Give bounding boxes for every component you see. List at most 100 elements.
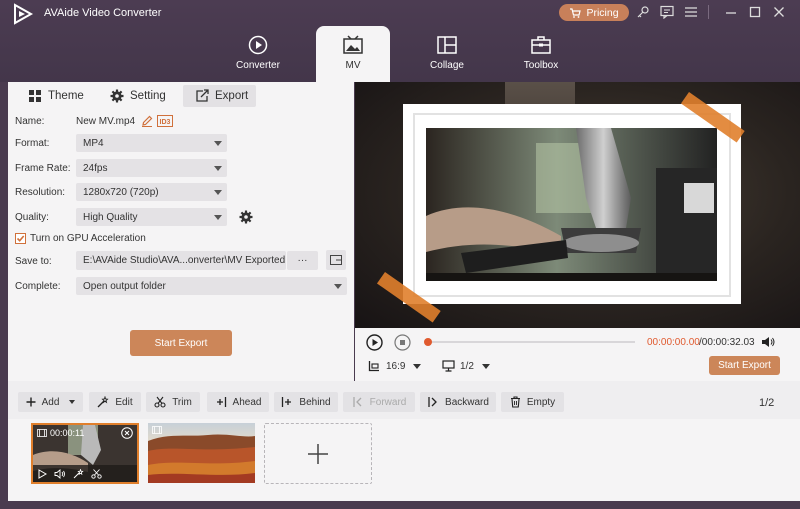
time-total: /00:00:32.03 [699,337,755,348]
clip-effect-icon[interactable] [73,469,84,479]
backward-label: Backward [445,396,489,408]
app-logo-icon [12,3,34,25]
theme-icon [28,89,42,103]
stop-button[interactable] [394,334,411,351]
folder-icon [330,255,342,265]
clip-1-duration: 00:00:11 [37,428,84,438]
backward-button[interactable]: Backward [420,392,496,412]
saveto-value: E:\AVAide Studio\AVA...onverter\MV Expor… [83,255,286,266]
aspect-ratio-value: 16:9 [386,361,406,372]
forward-button[interactable]: Forward [343,392,415,412]
clip-thumbnail-2[interactable] [148,423,255,483]
saveto-path-field[interactable]: E:\AVAide Studio\AVA...onverter\MV Expor… [76,251,286,270]
film-icon [152,426,162,434]
clip-audio-icon[interactable] [54,469,66,479]
toolbox-icon [530,34,552,56]
menu-icon[interactable] [683,5,699,19]
quality-select[interactable]: High Quality [76,208,227,226]
screen-select[interactable]: 1/2 [460,361,490,372]
resolution-select[interactable]: 1280x720 (720p) [76,183,227,201]
page-total: /2 [765,397,775,409]
feedback-icon[interactable] [659,5,675,19]
subtab-setting[interactable]: Setting [110,85,166,107]
chevron-down-icon [69,400,76,404]
minimize-icon[interactable] [723,5,739,19]
plus-icon [26,397,36,407]
format-label: Format: [15,138,50,149]
trim-label: Trim [172,396,192,408]
tab-toolbox[interactable]: Toolbox [504,26,578,82]
chevron-down-icon [214,166,222,171]
monitor-icon [442,360,455,372]
empty-button[interactable]: Empty [501,392,564,412]
subtab-export-label: Export [215,90,249,102]
stop-icon [394,334,411,351]
maximize-icon[interactable] [747,5,763,19]
video-preview [355,82,800,328]
aspect-ratio-icon [368,360,380,372]
clip-play-icon[interactable] [37,469,47,479]
framerate-label: Frame Rate: [15,163,71,174]
empty-label: Empty [526,396,556,408]
start-export-button-preview[interactable]: Start Export [709,356,780,375]
edit-name-icon[interactable] [141,115,153,127]
export-icon [195,89,209,103]
complete-label: Complete: [15,281,61,292]
open-folder-button[interactable] [326,250,346,270]
quality-settings-gear-icon[interactable] [239,210,253,224]
svg-text:ID3: ID3 [160,119,171,126]
id3-tag-icon[interactable]: ID3 [157,115,173,127]
play-icon [366,334,383,351]
tab-collage[interactable]: Collage [410,26,484,82]
framerate-select[interactable]: 24fps [76,159,227,177]
title-bar: AVAide Video Converter Pricing Converter… [0,0,800,82]
edit-button[interactable]: Edit [89,392,141,412]
complete-select[interactable]: Open output folder [76,277,347,295]
checkmark-icon [16,235,25,242]
tab-toolbox-label: Toolbox [523,60,559,71]
add-button[interactable]: Add [18,392,83,412]
clip-thumbnail-1[interactable]: 00:00:11 [31,423,139,484]
backward-icon [428,397,437,407]
tab-mv-label: MV [345,60,361,71]
subtab-theme[interactable]: Theme [28,85,84,107]
progress-handle[interactable] [424,338,432,346]
edit-label: Edit [115,396,133,408]
tab-converter[interactable]: Converter [221,26,295,82]
framerate-value: 24fps [83,162,108,174]
magic-wand-icon [97,396,109,408]
progress-track[interactable] [424,338,635,346]
subtab-export[interactable]: Export [183,85,256,107]
subtab-theme-label: Theme [48,90,84,102]
trim-button[interactable]: Trim [146,392,200,412]
remove-clip-close-icon[interactable] [121,427,133,439]
name-value: New MV.mp4 [76,116,136,127]
browse-button[interactable]: ··· [287,251,318,270]
add-clip-slot[interactable] [264,423,372,484]
format-value: MP4 [83,137,104,149]
mv-icon [342,34,364,56]
play-button[interactable] [366,334,383,351]
quality-value: High Quality [83,211,138,223]
behind-button[interactable]: Behind [274,392,338,412]
add-label: Add [41,396,60,408]
plus-icon [308,443,328,464]
chevron-down-icon [214,141,222,146]
scissors-icon [154,396,166,408]
tab-mv[interactable]: MV [316,26,390,82]
saveto-label: Save to: [15,256,52,267]
pricing-button[interactable]: Pricing [559,4,629,21]
chevron-down-icon [214,215,222,220]
start-export-button[interactable]: Start Export [130,330,232,356]
volume-icon[interactable] [761,336,775,348]
pricing-label: Pricing [586,6,619,19]
chevron-down-icon [481,364,490,369]
close-icon[interactable] [771,5,787,19]
format-select[interactable]: MP4 [76,134,227,152]
clip-trim-icon[interactable] [91,469,102,479]
ahead-button[interactable]: Ahead [207,392,269,412]
key-icon[interactable] [635,5,651,19]
converter-icon [247,34,269,56]
aspect-ratio-select[interactable]: 16:9 [386,361,422,372]
gpu-checkbox[interactable] [15,233,26,244]
